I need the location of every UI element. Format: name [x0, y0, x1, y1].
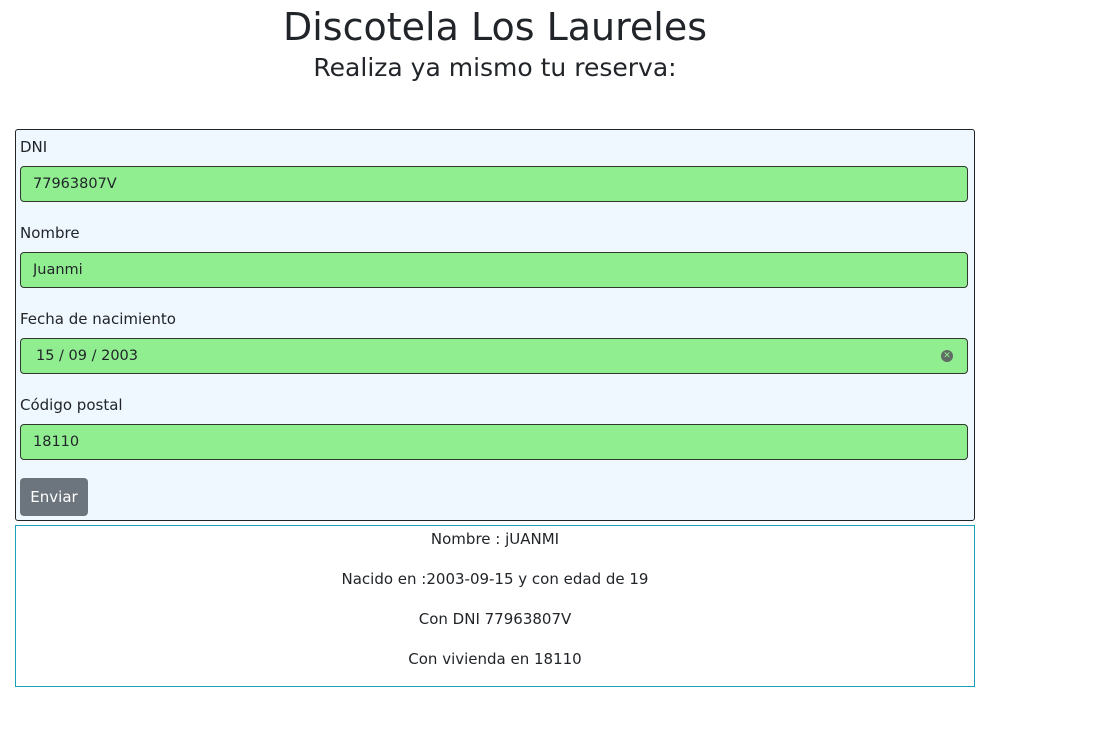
result-dni: Con DNI 77963807V	[418, 610, 572, 628]
result-panel: Nombre : jUANMI Nacido en :2003-09-15 y …	[15, 525, 975, 687]
result-nacido: Nacido en :2003-09-15 y con edad de 19	[341, 570, 649, 588]
page-title: Discotela Los Laureles	[282, 5, 708, 49]
page: Discotela Los Laureles Realiza ya mismo …	[0, 0, 1119, 745]
enviar-button[interactable]: Enviar	[20, 478, 88, 516]
clear-icon[interactable]: ✕	[941, 350, 953, 362]
codigo-postal-label: Código postal	[20, 396, 123, 414]
result-nombre: Nombre : jUANMI	[430, 530, 560, 548]
result-vivienda: Con vivienda en 18110	[408, 650, 582, 668]
dni-field[interactable]	[20, 166, 968, 202]
codigo-postal-field[interactable]	[20, 424, 968, 460]
header: Discotela Los Laureles Realiza ya mismo …	[15, 0, 975, 83]
fecha-nacimiento-field[interactable]: 15 / 09 / 2003 ✕	[20, 338, 968, 374]
reservation-form: DNI Nombre Fecha de nacimiento 15 / 09 /…	[15, 129, 975, 521]
fecha-label: Fecha de nacimiento	[20, 310, 176, 328]
dni-label: DNI	[20, 138, 48, 156]
nombre-field[interactable]	[20, 252, 968, 288]
page-subtitle: Realiza ya mismo tu reserva:	[313, 53, 677, 82]
nombre-label: Nombre	[20, 224, 80, 242]
fecha-nacimiento-value[interactable]: 15 / 09 / 2003	[36, 347, 138, 365]
